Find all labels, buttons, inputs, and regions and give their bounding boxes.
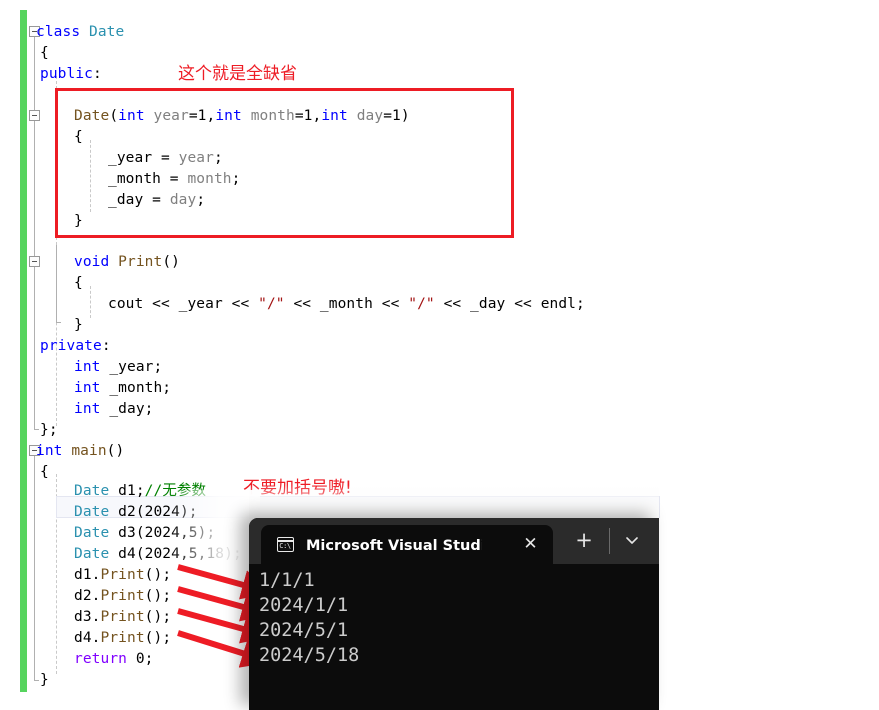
terminal-output[interactable]: 1/1/1 2024/1/1 2024/5/1 2024/5/18 xyxy=(249,564,659,710)
code-token: private xyxy=(40,338,102,354)
code-line-25: d2.Print(); xyxy=(74,586,171,607)
code-token: { xyxy=(40,45,49,61)
code-token: int xyxy=(74,380,101,396)
code-token: d2. xyxy=(74,588,101,604)
code-token: d1; xyxy=(109,483,145,499)
code-line-28: return 0; xyxy=(74,649,153,670)
code-token: (); xyxy=(144,567,172,583)
code-line-23: Date d4(2024,5,18); xyxy=(74,544,242,565)
code-line-27: d4.Print(); xyxy=(74,628,171,649)
code-line-16: int _day; xyxy=(74,399,153,420)
code-token: int xyxy=(74,359,101,375)
code-token: () xyxy=(106,443,125,459)
code-line-17: }; xyxy=(40,420,58,441)
code-line-9: void Print() xyxy=(74,252,180,273)
code-line-24: d1.Print(); xyxy=(74,565,171,586)
terminal-titlebar[interactable]: C:\ Microsoft Visual Studio 调试控 ✕ + xyxy=(249,518,659,564)
terminal-output-line-2: 2024/1/1 xyxy=(259,595,349,616)
code-token: d3(2024,5); xyxy=(109,525,216,541)
chevron-down-icon[interactable] xyxy=(621,531,643,553)
code-token: }; xyxy=(40,422,58,438)
code-token: d4. xyxy=(74,630,101,646)
terminal-window[interactable]: C:\ Microsoft Visual Studio 调试控 ✕ + 1/1/… xyxy=(249,518,659,710)
code-token: (); xyxy=(144,630,172,646)
terminal-output-line-3: 2024/5/1 xyxy=(259,620,349,641)
code-token: : xyxy=(101,338,111,354)
console-cmd-icon: C:\ xyxy=(277,537,294,552)
code-token: (); xyxy=(144,609,172,625)
code-line-10: { xyxy=(74,273,83,294)
terminal-tab[interactable]: C:\ Microsoft Visual Studio 调试控 ✕ xyxy=(261,525,553,564)
code-token: Print xyxy=(100,630,145,646)
new-tab-icon[interactable]: + xyxy=(573,530,595,552)
code-line-11: cout << _year << "/" << _month << "/" <<… xyxy=(108,294,585,315)
code-token: Date xyxy=(74,525,110,541)
code-line-19: { xyxy=(40,462,49,483)
code-token: Print xyxy=(100,567,145,583)
code-line-13: private: xyxy=(40,336,111,357)
code-line-22: Date d3(2024,5); xyxy=(74,523,215,544)
code-token: public xyxy=(40,66,93,82)
code-line-1: { xyxy=(40,43,49,64)
code-token: Date xyxy=(88,24,125,40)
code-token: int xyxy=(74,401,101,417)
code-token: { xyxy=(74,275,83,291)
code-token: (); xyxy=(144,588,172,604)
code-token: Print xyxy=(100,588,145,604)
code-line-14: int _year; xyxy=(74,357,162,378)
code-token: "/" xyxy=(408,296,435,312)
code-line-2: public: xyxy=(40,64,102,85)
code-token: cout << _year << xyxy=(108,296,259,312)
code-token: main xyxy=(71,443,107,459)
code-token: d2(2024); xyxy=(109,504,198,520)
annotation-no-parens: 不要加括号嗷! xyxy=(243,478,352,498)
code-line-12: } xyxy=(74,315,83,336)
code-token: _month; xyxy=(100,380,172,396)
close-icon[interactable]: ✕ xyxy=(522,536,539,553)
code-token: //无参数 xyxy=(144,483,207,499)
code-token: return xyxy=(74,651,127,667)
code-token: } xyxy=(74,317,83,333)
code-token: 0; xyxy=(126,651,154,667)
code-token: void xyxy=(74,254,110,270)
code-token: { xyxy=(40,464,49,480)
code-token: class xyxy=(36,24,89,40)
code-token: int xyxy=(36,443,63,459)
annotation-full-default: 这个就是全缺省 xyxy=(178,64,297,84)
code-token: : xyxy=(92,66,102,82)
code-token: } xyxy=(40,672,49,688)
code-token: _year; xyxy=(100,359,163,375)
code-token: Print xyxy=(118,254,163,270)
code-token: Print xyxy=(100,609,145,625)
code-token: << _month << xyxy=(284,296,409,312)
code-line-26: d3.Print(); xyxy=(74,607,171,628)
code-token: () xyxy=(162,254,180,270)
code-line-15: int _month; xyxy=(74,378,171,399)
titlebar-separator xyxy=(609,528,610,554)
code-token: "/" xyxy=(258,296,285,312)
code-token: << _day << endl; xyxy=(434,296,585,312)
code-line-18: int main() xyxy=(36,441,124,462)
terminal-tab-title: Microsoft Visual Studio 调试控 xyxy=(306,538,482,554)
constructor-highlight-rectangle xyxy=(55,88,514,238)
code-token: _day; xyxy=(100,401,154,417)
code-token: d4(2024,5,18); xyxy=(109,546,242,562)
code-token: Date xyxy=(74,546,110,562)
code-line-0: class Date xyxy=(36,22,124,43)
terminal-output-line-4: 2024/5/18 xyxy=(259,645,360,666)
code-line-20: Date d1;//无参数 xyxy=(74,481,206,502)
code-token: Date xyxy=(74,504,110,520)
code-token: Date xyxy=(74,483,110,499)
code-line-29: } xyxy=(40,670,49,691)
code-token: d3. xyxy=(74,609,101,625)
code-line-21: Date d2(2024); xyxy=(74,502,198,523)
terminal-output-line-1: 1/1/1 xyxy=(259,570,315,591)
code-token: d1. xyxy=(74,567,101,583)
